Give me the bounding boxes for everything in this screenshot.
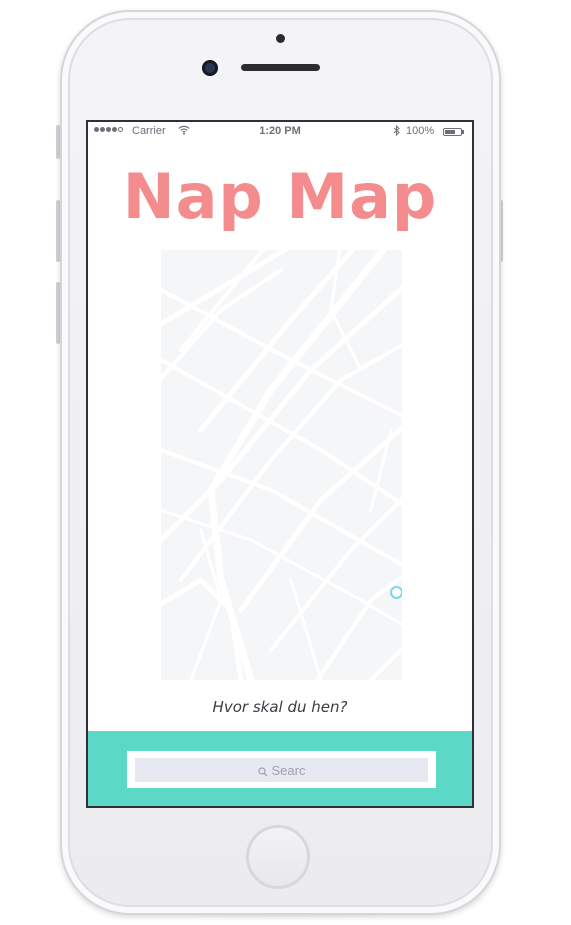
battery-icon bbox=[443, 128, 464, 136]
bluetooth-icon bbox=[393, 124, 400, 139]
battery-percentage: 100% bbox=[406, 125, 435, 137]
proximity-sensor bbox=[276, 34, 285, 43]
search-box: Searc bbox=[127, 751, 436, 788]
current-location-marker bbox=[390, 586, 402, 599]
phone-screen: Carrier 1:20 PM 100% Nap Map Hvor skal d… bbox=[86, 120, 474, 808]
earpiece-speaker bbox=[241, 64, 320, 71]
search-input-text: Searc bbox=[271, 762, 306, 778]
search-input[interactable]: Searc bbox=[135, 758, 428, 782]
destination-prompt: Hvor skal du hen? bbox=[212, 698, 348, 716]
status-bar: Carrier 1:20 PM 100% bbox=[88, 122, 472, 142]
app-title: Nap Map bbox=[122, 160, 438, 233]
home-button[interactable] bbox=[246, 825, 310, 889]
map-view[interactable] bbox=[161, 250, 402, 680]
search-panel: Searc bbox=[88, 731, 472, 806]
stage: Carrier 1:20 PM 100% Nap Map Hvor skal d… bbox=[0, 0, 571, 925]
search-icon bbox=[257, 765, 268, 777]
front-camera-icon bbox=[202, 60, 218, 76]
street-lines bbox=[161, 250, 402, 680]
